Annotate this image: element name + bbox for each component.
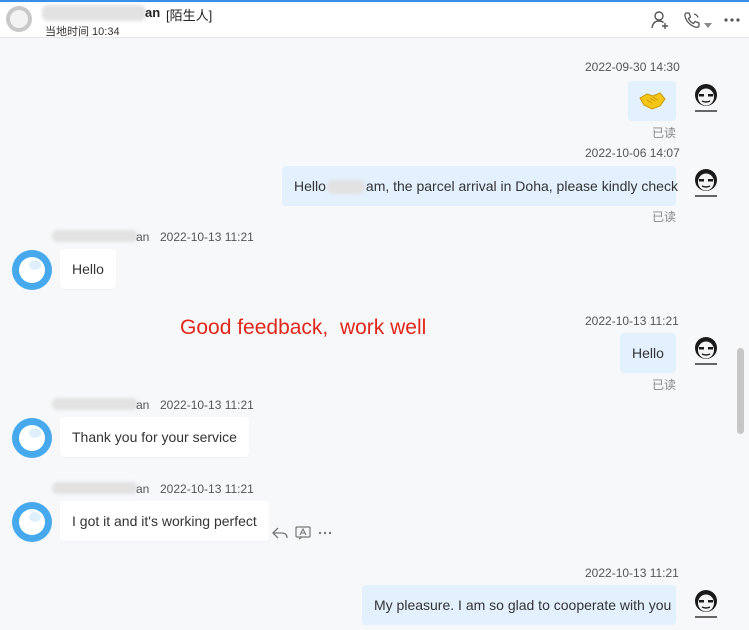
add-contact-icon[interactable] bbox=[650, 10, 672, 30]
message-time: 2022-10-06 14:07 bbox=[585, 146, 680, 160]
message-text-end: am, the parcel arrival in Doha, please k… bbox=[365, 178, 678, 194]
redacted-sender-name bbox=[52, 482, 138, 494]
message-text: Hello bbox=[72, 261, 104, 277]
message-text-start: Hello bbox=[294, 178, 326, 194]
more-icon[interactable] bbox=[316, 524, 334, 542]
message-time: 2022-10-13 11:21 bbox=[160, 482, 254, 496]
message-text: Hello bbox=[632, 345, 664, 361]
message-time: 2022-09-30 14:30 bbox=[585, 60, 680, 74]
my-avatar[interactable] bbox=[692, 588, 720, 622]
peer-avatar[interactable] bbox=[12, 250, 52, 290]
my-avatar[interactable] bbox=[692, 82, 720, 116]
handshake-emoji-icon bbox=[639, 92, 666, 110]
message-bubble[interactable] bbox=[628, 81, 676, 121]
message-text: My pleasure. I am so glad to cooperate w… bbox=[374, 597, 672, 613]
chat-header: an [陌生人] 当地时间 10:34 bbox=[0, 2, 749, 38]
message-bubble[interactable]: I got it and it's working perfect bbox=[60, 501, 269, 541]
message-actions bbox=[271, 524, 335, 542]
redacted-sender-name bbox=[52, 230, 138, 242]
sender-name: an bbox=[136, 398, 150, 412]
message-time: 2022-10-13 11:21 bbox=[585, 566, 679, 580]
sender-name: an bbox=[136, 230, 150, 244]
reply-icon[interactable] bbox=[271, 524, 289, 542]
contact-avatar[interactable] bbox=[6, 6, 32, 32]
my-avatar[interactable] bbox=[692, 167, 720, 201]
message-text: I got it and it's working perfect bbox=[72, 513, 257, 529]
stranger-tag: [陌生人] bbox=[166, 8, 213, 23]
phone-call-icon[interactable] bbox=[682, 10, 704, 30]
more-icon[interactable] bbox=[723, 10, 745, 30]
scrollbar-thumb[interactable] bbox=[737, 348, 744, 434]
message-time: 2022-10-13 11:21 bbox=[585, 314, 679, 328]
message-bubble[interactable]: Hello bbox=[60, 249, 116, 289]
redacted-contact-name bbox=[42, 5, 146, 21]
message-bubble[interactable]: Hello am, the parcel arrival in Doha, ple… bbox=[282, 166, 678, 206]
peer-avatar[interactable] bbox=[12, 502, 52, 542]
translate-icon[interactable] bbox=[294, 524, 312, 542]
sender-name: an bbox=[136, 482, 150, 496]
message-bubble[interactable]: Hello bbox=[620, 333, 676, 373]
message-time: 2022-10-13 11:21 bbox=[160, 230, 254, 244]
chevron-down-icon[interactable] bbox=[704, 16, 714, 36]
message-bubble[interactable]: My pleasure. I am so glad to cooperate w… bbox=[362, 585, 676, 625]
feedback-annotation: Good feedback, work well bbox=[180, 316, 427, 339]
read-status: 已读 bbox=[652, 210, 677, 224]
message-bubble[interactable]: Thank you for your service bbox=[60, 417, 249, 457]
peer-avatar[interactable] bbox=[12, 418, 52, 458]
redacted-sender-name bbox=[52, 398, 138, 410]
local-time: 当地时间 10:34 bbox=[45, 26, 120, 38]
redacted-name bbox=[326, 180, 365, 195]
message-time: 2022-10-13 11:21 bbox=[160, 398, 254, 412]
contact-name[interactable]: an bbox=[145, 5, 160, 20]
read-status: 已读 bbox=[652, 126, 677, 140]
read-status: 已读 bbox=[652, 378, 677, 392]
my-avatar[interactable] bbox=[692, 335, 720, 369]
message-text: Thank you for your service bbox=[72, 429, 237, 445]
